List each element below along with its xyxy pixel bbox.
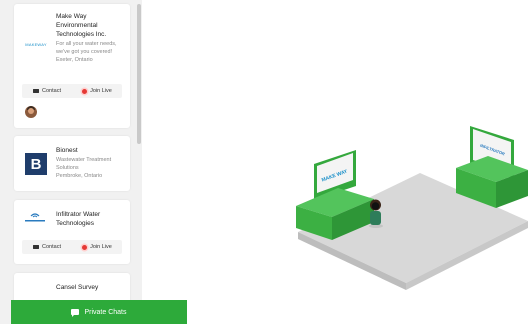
contact-button[interactable]: Contact [22, 84, 72, 98]
app: MAKEWAY Make Way Environmental Technolog… [0, 0, 529, 324]
exhibitor-info: Infiltrator Water Technologies [56, 210, 126, 228]
join-live-button[interactable]: Join Live [72, 240, 122, 254]
exhibitor-sidebar[interactable]: MAKEWAY Make Way Environmental Technolog… [0, 0, 142, 324]
exhibitor-location: Pembroke, Ontario [56, 173, 103, 179]
join-live-label: Join Live [90, 244, 112, 250]
avatar[interactable] [25, 106, 37, 118]
booth-infiltrator: INFILTRATOR [456, 126, 528, 208]
sidebar-scrollbar[interactable] [137, 4, 141, 144]
exhibitor-info: Make Way Environmental Technologies Inc.… [56, 12, 126, 64]
booth-makeway: MAKE WAY [296, 150, 374, 240]
exhibitor-card-makeway[interactable]: MAKEWAY Make Way Environmental Technolog… [14, 4, 130, 128]
contact-label: Contact [42, 244, 61, 250]
avatar-face [371, 202, 380, 210]
live-dot-icon [82, 244, 88, 250]
contact-label: Contact [42, 88, 61, 94]
makeway-logo: MAKEWAY [21, 38, 51, 50]
exhibitor-location: Exeter, Ontario [56, 57, 93, 63]
exhibitor-info: Cansel Survey [56, 283, 126, 292]
join-live-button[interactable]: Join Live [72, 84, 122, 98]
live-dot-icon [82, 88, 88, 94]
avatar-face [28, 108, 34, 114]
mail-icon [33, 89, 40, 93]
expo-floor-view[interactable]: MAKE WAY INFILTRATOR [142, 0, 529, 324]
infiltrator-logo-mark [25, 213, 45, 222]
expo-floor-svg: MAKE WAY INFILTRATOR [296, 126, 528, 290]
exhibitor-description: For all your water needs, we've got you … [56, 41, 117, 55]
bionest-logo-mark: B [25, 153, 47, 175]
join-live-label: Join Live [90, 88, 112, 94]
makeway-logo-text: MAKEWAY [25, 41, 47, 47]
chat-icon [71, 309, 80, 317]
private-chats-label: Private Chats [84, 308, 127, 316]
exhibitor-name: Cansel Survey [56, 284, 99, 291]
contact-button[interactable]: Contact [22, 240, 72, 254]
exhibitor-name: Bionest [56, 147, 78, 154]
exhibitor-actions: Contact Join Live [22, 240, 122, 254]
exhibitor-info: Bionest Wastewater Treatment Solutions P… [56, 146, 126, 180]
avatar-body [370, 211, 381, 225]
exhibitor-description: Wastewater Treatment Solutions [56, 157, 112, 171]
exhibitor-card-infiltrator[interactable]: Infiltrator Water Technologies Contact J… [14, 200, 130, 264]
exhibitor-actions: Contact Join Live [22, 84, 122, 98]
exhibitor-card-bionest[interactable]: B Bionest Wastewater Treatment Solutions… [14, 136, 130, 191]
exhibitor-name: Make Way Environmental Technologies Inc. [56, 13, 107, 38]
bionest-logo: B [24, 152, 48, 176]
infiltrator-logo [21, 210, 49, 226]
exhibitor-name: Infiltrator Water Technologies [56, 211, 101, 227]
mail-icon [33, 245, 40, 249]
